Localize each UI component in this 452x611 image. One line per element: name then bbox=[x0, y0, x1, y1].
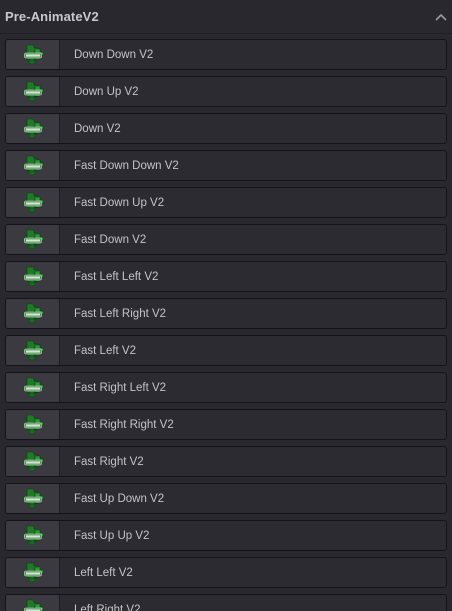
preset-thumbnail bbox=[6, 521, 60, 550]
animate-logo-icon bbox=[22, 155, 44, 175]
preset-label: Down Up V2 bbox=[74, 85, 139, 98]
preset-label: Fast Right Right V2 bbox=[74, 418, 174, 431]
preset-item-12[interactable]: Fast Right V2 bbox=[5, 446, 447, 477]
animate-logo-icon bbox=[22, 229, 44, 249]
preset-item-13[interactable]: Fast Up Down V2 bbox=[5, 483, 447, 514]
animate-logo-icon bbox=[22, 118, 44, 138]
preset-label: Down V2 bbox=[74, 122, 121, 135]
animate-logo-icon bbox=[22, 340, 44, 360]
preset-item-1[interactable]: Down Down V2 bbox=[5, 39, 447, 70]
animate-logo-icon bbox=[22, 303, 44, 323]
preset-thumbnail bbox=[6, 558, 60, 587]
preset-thumbnail bbox=[6, 336, 60, 365]
panel-title: Pre-AnimateV2 bbox=[5, 9, 99, 24]
preset-item-9[interactable]: Fast Left V2 bbox=[5, 335, 447, 366]
preset-thumbnail bbox=[6, 299, 60, 328]
animate-logo-icon bbox=[22, 599, 44, 611]
preset-thumbnail bbox=[6, 114, 60, 143]
animate-logo-icon bbox=[22, 266, 44, 286]
animate-logo-icon bbox=[22, 81, 44, 101]
preset-item-14[interactable]: Fast Up Up V2 bbox=[5, 520, 447, 551]
preset-item-5[interactable]: Fast Down Up V2 bbox=[5, 187, 447, 218]
preset-item-11[interactable]: Fast Right Right V2 bbox=[5, 409, 447, 440]
preset-label: Left Left V2 bbox=[74, 566, 133, 579]
animate-logo-icon bbox=[22, 414, 44, 434]
preset-thumbnail bbox=[6, 188, 60, 217]
animate-logo-icon bbox=[22, 488, 44, 508]
preset-thumbnail bbox=[6, 484, 60, 513]
preset-label: Fast Up Up V2 bbox=[74, 529, 150, 542]
preset-thumbnail bbox=[6, 595, 60, 611]
preset-label: Fast Down Up V2 bbox=[74, 196, 165, 209]
animate-logo-icon bbox=[22, 525, 44, 545]
animate-logo-icon bbox=[22, 451, 44, 471]
preset-label: Fast Left V2 bbox=[74, 344, 137, 357]
panel-header[interactable]: Pre-AnimateV2 bbox=[0, 0, 452, 34]
preset-thumbnail bbox=[6, 373, 60, 402]
chevron-up-icon[interactable] bbox=[434, 10, 448, 24]
preset-thumbnail bbox=[6, 40, 60, 69]
preset-item-6[interactable]: Fast Down V2 bbox=[5, 224, 447, 255]
preset-label: Fast Down V2 bbox=[74, 233, 147, 246]
preset-item-4[interactable]: Fast Down Down V2 bbox=[5, 150, 447, 181]
preset-thumbnail bbox=[6, 77, 60, 106]
pre-animate-panel: Pre-AnimateV2 Down Down V2 Down Up V2 Do… bbox=[0, 0, 452, 611]
preset-item-8[interactable]: Fast Left Right V2 bbox=[5, 298, 447, 329]
animate-logo-icon bbox=[22, 377, 44, 397]
preset-thumbnail bbox=[6, 262, 60, 291]
preset-thumbnail bbox=[6, 410, 60, 439]
preset-label: Left Right V2 bbox=[74, 603, 141, 611]
preset-label: Fast Right V2 bbox=[74, 455, 144, 468]
animate-logo-icon bbox=[22, 44, 44, 64]
preset-thumbnail bbox=[6, 225, 60, 254]
preset-thumbnail bbox=[6, 447, 60, 476]
preset-item-2[interactable]: Down Up V2 bbox=[5, 76, 447, 107]
animate-logo-icon bbox=[22, 192, 44, 212]
preset-item-15[interactable]: Left Left V2 bbox=[5, 557, 447, 588]
preset-thumbnail bbox=[6, 151, 60, 180]
preset-list: Down Down V2 Down Up V2 Down V2 Fast Dow… bbox=[5, 39, 447, 611]
preset-label: Fast Right Left V2 bbox=[74, 381, 167, 394]
preset-item-10[interactable]: Fast Right Left V2 bbox=[5, 372, 447, 403]
preset-label: Fast Down Down V2 bbox=[74, 159, 179, 172]
preset-label: Fast Left Left V2 bbox=[74, 270, 159, 283]
preset-label: Fast Left Right V2 bbox=[74, 307, 167, 320]
preset-label: Fast Up Down V2 bbox=[74, 492, 165, 505]
preset-item-3[interactable]: Down V2 bbox=[5, 113, 447, 144]
preset-item-7[interactable]: Fast Left Left V2 bbox=[5, 261, 447, 292]
preset-item-16[interactable]: Left Right V2 bbox=[5, 594, 447, 611]
preset-label: Down Down V2 bbox=[74, 48, 154, 61]
animate-logo-icon bbox=[22, 562, 44, 582]
